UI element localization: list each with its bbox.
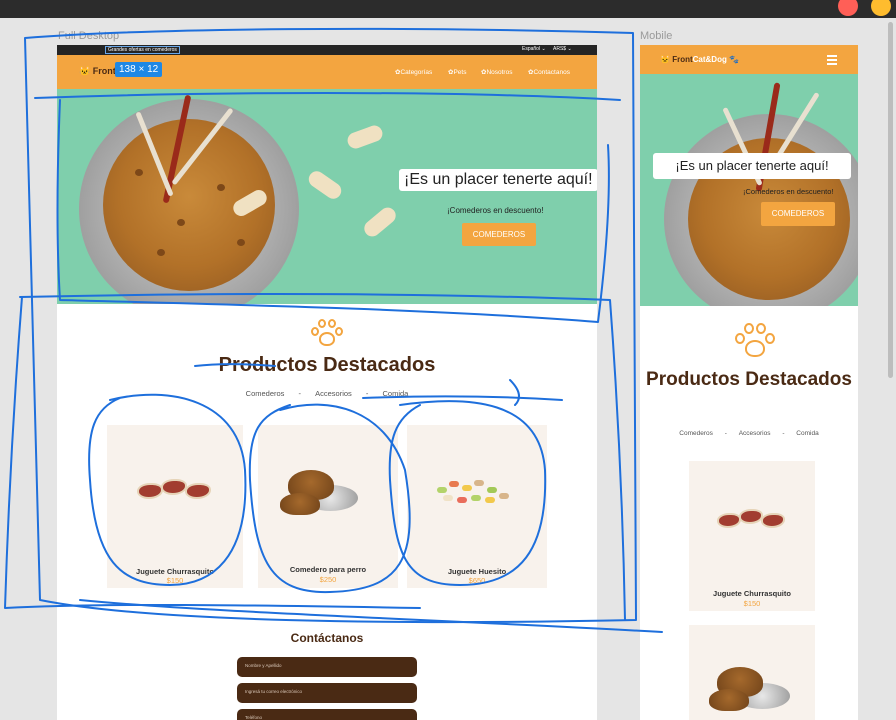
annotation-overlay <box>4 27 663 633</box>
